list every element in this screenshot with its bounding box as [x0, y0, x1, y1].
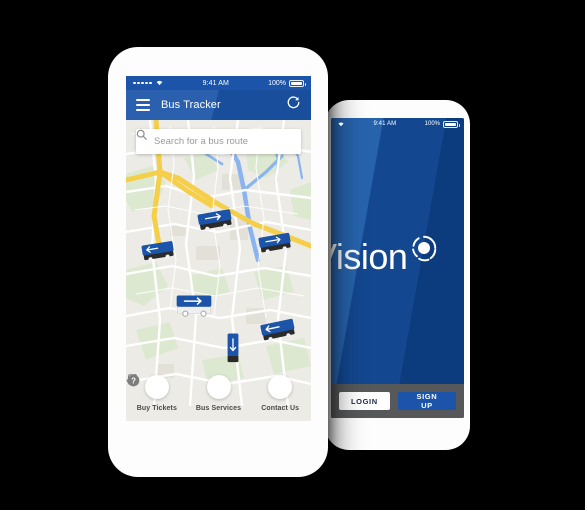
quick-nav-bar: Buy Tickets Bus Services ? Contact Us: [126, 373, 311, 421]
login-button[interactable]: LOGIN: [339, 392, 390, 410]
search-input[interactable]: [154, 136, 291, 147]
quick-nav-label: Buy Tickets: [136, 405, 177, 412]
back-status-bar: 9:41 AM 100%: [331, 118, 464, 130]
battery-full-icon: [443, 120, 460, 128]
map-canvas: [126, 120, 311, 406]
quick-nav-item-bus-services[interactable]: Bus Services: [128, 374, 250, 412]
bus-icon: [128, 374, 231, 399]
front-phone-screen: 9:41 AM 100% Bus Tracker Search for a bu…: [126, 76, 311, 421]
front-status-bar: 9:41 AM 100%: [126, 76, 311, 90]
svg-text:?: ?: [131, 377, 136, 386]
sign-up-button[interactable]: SIGN UP: [397, 392, 456, 410]
refresh-icon[interactable]: [286, 95, 301, 115]
back-phone-screen: 9:41 AM 100% Vision: [331, 118, 464, 418]
back-battery-percent: 100%: [424, 121, 440, 127]
back-phone-device: 9:41 AM 100% Vision: [325, 100, 470, 450]
front-status-time: 9:41 AM: [202, 79, 229, 87]
battery-full-icon: [289, 79, 306, 87]
signal-dots-icon: [133, 81, 152, 85]
quick-nav-item-contact-us[interactable]: ? Contact Us: [127, 374, 311, 412]
quick-nav-label: Contact Us: [261, 405, 300, 412]
page-title: Bus Tracker: [161, 99, 221, 111]
wifi-icon: [337, 120, 345, 129]
splash-screen: 9:41 AM 100% Vision: [331, 118, 464, 418]
brand-logo: Vision: [331, 235, 439, 277]
vision-ring-dot-logo-icon: [409, 233, 439, 268]
map-view[interactable]: Buy Tickets: [126, 120, 311, 421]
quick-nav-label: Bus Services: [195, 405, 242, 412]
ticket-icon: [126, 374, 169, 399]
back-status-time: 9:41 AM: [373, 121, 397, 127]
front-phone-device: 9:41 AM 100% Bus Tracker Search for a bu…: [108, 47, 328, 477]
splash-action-bar: LOGIN SIGN UP: [331, 384, 464, 418]
hamburger-menu-icon[interactable]: [136, 99, 150, 111]
app-nav-bar: Bus Tracker: [126, 90, 311, 120]
splash-logo-area: Vision: [331, 130, 464, 384]
wifi-icon: [155, 78, 164, 88]
question-mark-icon: ?: [127, 374, 293, 399]
front-battery-percent: 100%: [268, 79, 286, 87]
search-bar[interactable]: [136, 129, 301, 154]
brand-name: Vision: [331, 236, 408, 277]
composition-stage: 9:41 AM 100% Vision: [0, 0, 585, 510]
